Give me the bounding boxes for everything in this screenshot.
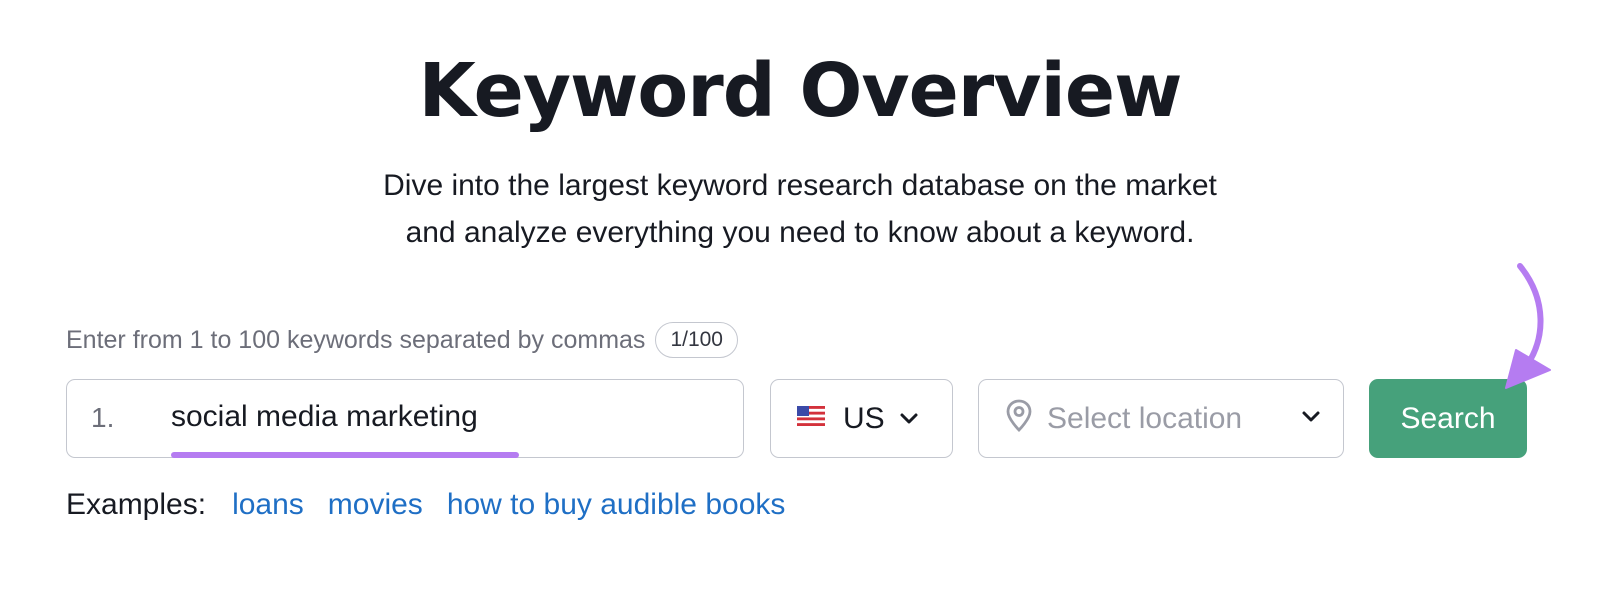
- location-pin-icon: [1005, 399, 1033, 438]
- keyword-input[interactable]: 1. social media marketing: [66, 379, 744, 458]
- keyword-line-number: 1.: [91, 402, 115, 433]
- keyword-input-value[interactable]: social media marketing: [171, 400, 478, 434]
- examples-label: Examples:: [66, 488, 207, 521]
- us-flag-icon: [797, 406, 825, 431]
- keywords-hint-text: Enter from 1 to 100 keywords separated b…: [66, 325, 646, 354]
- chevron-down-icon: [899, 412, 919, 426]
- keyword-counter-badge: 1/100: [655, 322, 738, 358]
- subtitle-line-2: and analyze everything you need to know …: [405, 216, 1195, 249]
- subtitle-line-1: Dive into the largest keyword research d…: [383, 169, 1217, 202]
- page-subtitle: Dive into the largest keyword research d…: [0, 162, 1600, 256]
- example-link-loans[interactable]: loans: [232, 488, 304, 522]
- location-placeholder: Select location: [1047, 401, 1243, 435]
- keywords-hint: Enter from 1 to 100 keywords separated b…: [66, 322, 738, 358]
- keyword-highlight-underline: [171, 452, 519, 458]
- database-value: US: [843, 401, 885, 435]
- examples-row: Examples: loans movies how to buy audibl…: [66, 488, 785, 522]
- example-link-movies[interactable]: movies: [328, 488, 423, 522]
- chevron-down-icon: [1301, 410, 1321, 429]
- page-title: Keyword Overview: [418, 48, 1183, 134]
- database-select[interactable]: US: [770, 379, 953, 458]
- curved-arrow-icon: [1505, 263, 1551, 389]
- example-link-audible-books[interactable]: how to buy audible books: [447, 488, 786, 522]
- location-select[interactable]: Select location: [978, 379, 1344, 458]
